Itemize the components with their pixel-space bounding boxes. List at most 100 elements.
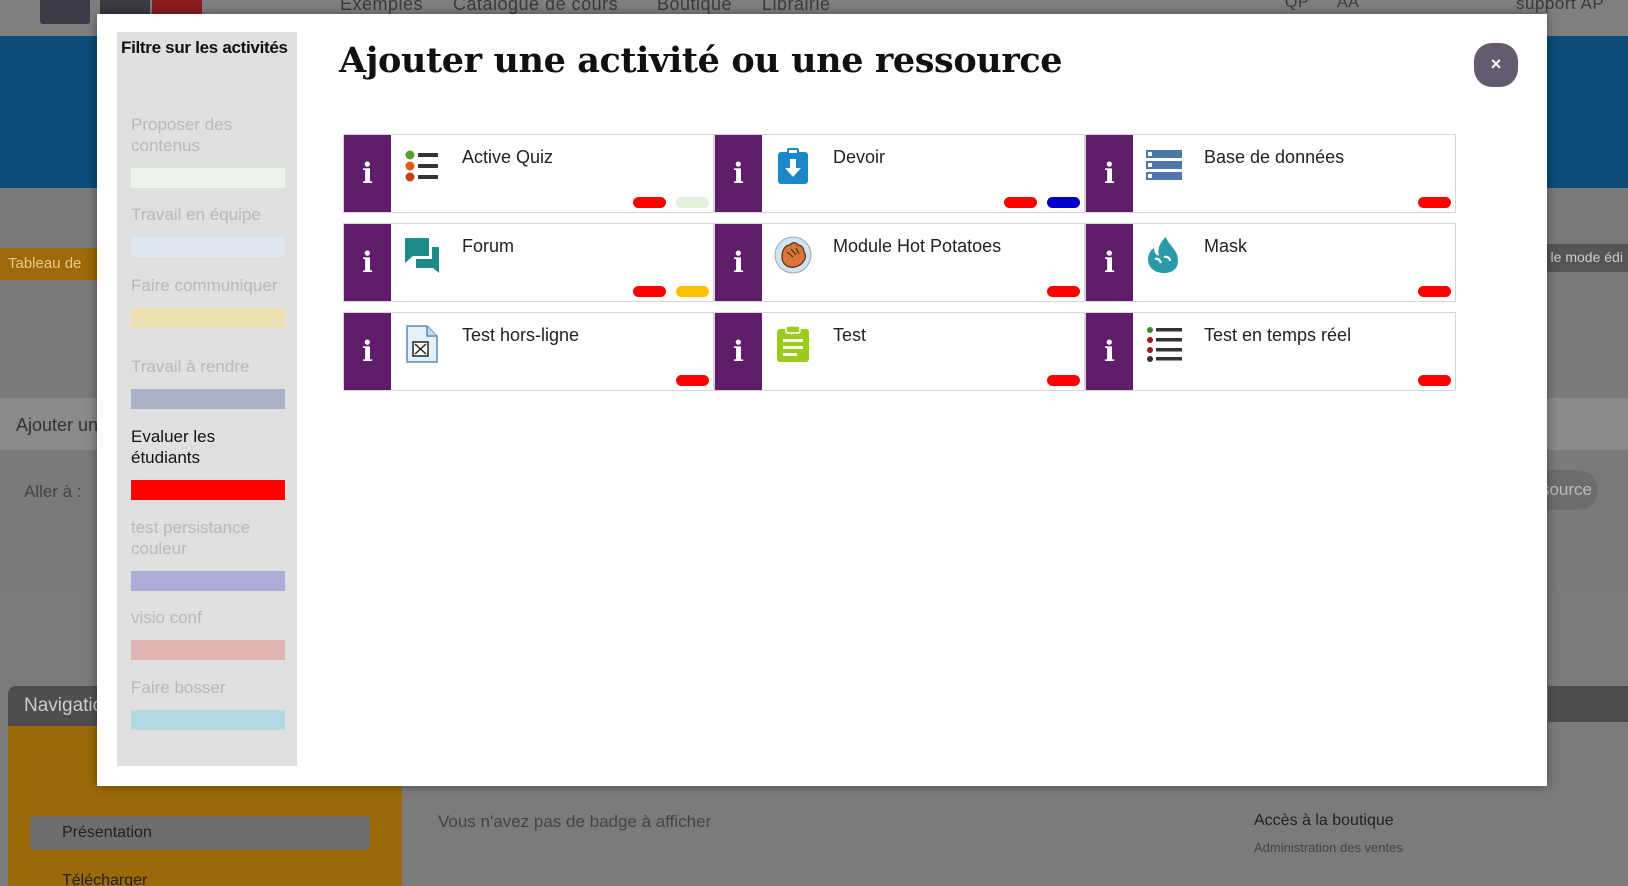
category-tag: [1418, 375, 1451, 386]
user-initials-aa[interactable]: AA: [1337, 0, 1359, 12]
activity-name: Forum: [462, 236, 515, 256]
support-link[interactable]: support AP: [1516, 0, 1604, 14]
info-icon[interactable]: i: [344, 313, 391, 390]
category-tag: [1047, 197, 1080, 208]
activity-card[interactable]: i Devoir: [714, 134, 1085, 213]
filter-item[interactable]: Faire bosser: [131, 677, 285, 730]
edit-mode-toggle[interactable]: r le mode édi: [1538, 244, 1628, 272]
filter-item[interactable]: Travail en équipe: [131, 204, 285, 257]
filter-item[interactable]: Travail à rendre: [131, 356, 285, 409]
filter-label: Proposer des contenus: [131, 115, 233, 155]
nav-link-catalogue[interactable]: Catalogue de cours: [453, 0, 618, 15]
quiz-clipboard-icon: [773, 324, 813, 364]
add-activity-text: Ajouter un: [16, 415, 99, 435]
info-icon[interactable]: i: [715, 313, 762, 390]
info-icon[interactable]: i: [344, 224, 391, 301]
activity-card[interactable]: i Base de données: [1085, 134, 1456, 213]
forum-chat-icon: [402, 235, 442, 275]
filter-label: visio conf: [131, 608, 202, 627]
info-icon[interactable]: i: [1086, 135, 1133, 212]
goto-label: Aller à :: [24, 482, 82, 501]
category-tag: [1418, 286, 1451, 297]
nav-item-download[interactable]: Télécharger: [62, 872, 147, 886]
filter-label: Faire bosser: [131, 678, 226, 697]
filter-color-swatch: [131, 168, 285, 188]
category-tag: [676, 375, 709, 386]
activity-filter-panel: Filtre sur les activités Proposer des co…: [117, 32, 297, 766]
activity-name: Mask: [1204, 236, 1248, 256]
activity-card[interactable]: i Module Hot Potatoes: [714, 223, 1085, 302]
activity-name: Test en temps réel: [1204, 325, 1352, 345]
category-tag: [1004, 197, 1037, 208]
filter-title: Filtre sur les activités: [121, 38, 288, 57]
nav-item-presentation[interactable]: Présentation: [30, 816, 370, 850]
hot-potatoes-hand-icon: [773, 235, 813, 275]
filter-label: Travail à rendre: [131, 357, 250, 376]
activity-name: Test hors-ligne: [462, 325, 580, 345]
category-tag: [633, 286, 666, 297]
filter-color-swatch: [131, 640, 285, 660]
info-icon[interactable]: i: [715, 135, 762, 212]
category-tags: [633, 197, 709, 208]
filter-color-swatch: [131, 480, 285, 500]
category-tags: [1418, 375, 1451, 386]
filter-color-swatch: [131, 710, 285, 730]
database-icon: [1144, 146, 1184, 186]
category-tag: [1047, 286, 1080, 297]
filter-item[interactable]: Proposer des contenus: [131, 114, 285, 188]
info-icon[interactable]: i: [344, 135, 391, 212]
category-tag: [676, 197, 709, 208]
modal-title: Ajouter une activité ou une ressource: [339, 40, 1063, 81]
activity-name: Test: [833, 325, 867, 345]
activity-name: Devoir: [833, 147, 886, 167]
activity-card[interactable]: i Mask: [1085, 223, 1456, 302]
shop-access-link[interactable]: Accès à la boutique: [1254, 812, 1394, 830]
category-tags: [633, 286, 709, 297]
user-initials-qp[interactable]: QP: [1285, 0, 1309, 12]
filter-color-swatch: [131, 237, 285, 257]
category-tags: [1418, 197, 1451, 208]
filter-item[interactable]: visio conf: [131, 607, 285, 660]
add-activity-modal: Filtre sur les activités Proposer des co…: [97, 14, 1547, 786]
nav-link-library[interactable]: Librairie: [762, 0, 831, 15]
close-button[interactable]: ×: [1474, 43, 1518, 87]
activity-card[interactable]: i Forum: [343, 223, 714, 302]
filter-label: test persistance couleur: [131, 518, 251, 558]
filter-label: Evaluer les étudiants: [131, 427, 216, 467]
admin-gear-button[interactable]: [40, 0, 90, 24]
assignment-download-icon: [773, 146, 813, 186]
activity-card[interactable]: i Test hors-ligne: [343, 312, 714, 391]
info-icon[interactable]: i: [1086, 224, 1133, 301]
filter-item[interactable]: test persistance couleur: [131, 517, 285, 591]
category-tags: [1047, 375, 1080, 386]
filter-color-swatch: [131, 308, 285, 328]
activity-card[interactable]: i Active Quiz: [343, 134, 714, 213]
info-icon[interactable]: i: [715, 224, 762, 301]
category-tag: [1047, 375, 1080, 386]
category-tag: [676, 286, 709, 297]
filter-label: Travail en équipe: [131, 205, 261, 224]
category-tag: [1418, 197, 1451, 208]
nav-link-shop[interactable]: Boutique: [657, 0, 732, 15]
activity-card[interactable]: i Test en temps réel: [1085, 312, 1456, 391]
filter-color-swatch: [131, 571, 285, 591]
activity-name: Module Hot Potatoes: [833, 236, 1002, 256]
filter-color-swatch: [131, 389, 285, 409]
activity-card[interactable]: i Test: [714, 312, 1085, 391]
category-tags: [1047, 286, 1080, 297]
dashboard-tab[interactable]: Tableau de: [0, 248, 100, 280]
activity-name: Base de données: [1204, 147, 1345, 167]
realtime-quiz-list-icon: [1144, 324, 1184, 364]
background-right-block-header: [1548, 686, 1628, 722]
category-tags: [676, 375, 709, 386]
filter-item[interactable]: Faire communiquer: [131, 275, 285, 328]
quiz-list-icon: [402, 146, 442, 186]
filter-label: Faire communiquer: [131, 276, 278, 295]
offline-test-sheet-icon: [402, 324, 442, 364]
activity-name: Active Quiz: [462, 147, 554, 167]
info-icon[interactable]: i: [1086, 313, 1133, 390]
mask-flame-icon: [1144, 235, 1184, 275]
nav-link-examples[interactable]: Exemples: [340, 0, 423, 15]
sales-admin-link[interactable]: Administration des ventes: [1254, 840, 1403, 855]
filter-item[interactable]: Evaluer les étudiants: [131, 426, 285, 500]
